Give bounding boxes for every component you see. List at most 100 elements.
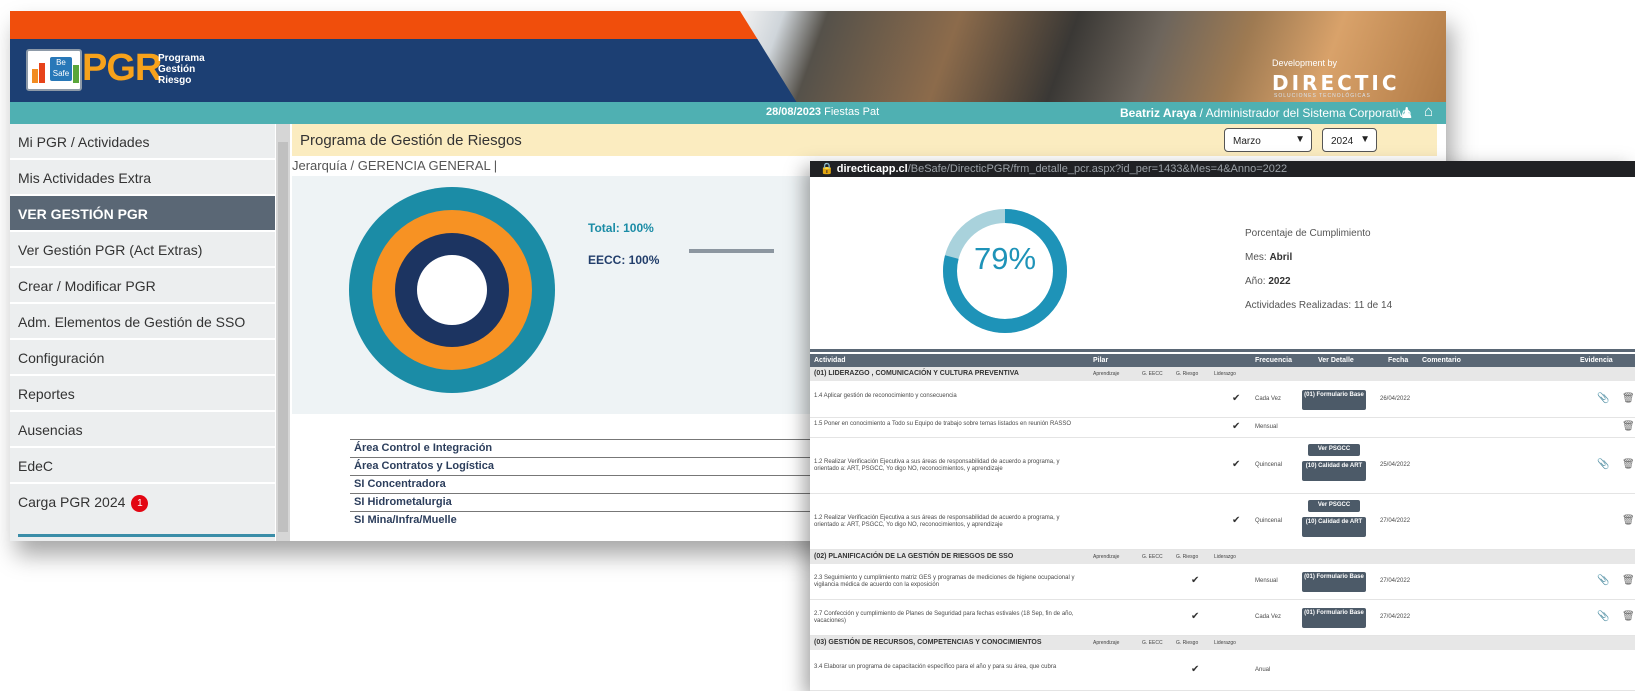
year-select[interactable]: 2024 ▼: [1322, 128, 1377, 152]
pillar-subcolumn: G. EECC: [1142, 640, 1163, 646]
month-info: Mes: Abril: [1245, 252, 1292, 263]
pillar-subcolumn: G. Riesgo: [1176, 371, 1199, 377]
sidebar-item-edec[interactable]: EdeC: [10, 448, 275, 484]
section-header: (03) GESTIÓN DE RECURSOS, COMPETENCIAS Y…: [810, 636, 1635, 650]
sidebar-item-mi-pgr[interactable]: Mi PGR / Actividades: [10, 124, 275, 160]
area-row[interactable]: Área Contratos y Logística: [350, 457, 850, 475]
detail-button[interactable]: (10) Calidad de ART: [1302, 461, 1366, 481]
mes-label: Mes:: [1245, 252, 1267, 263]
page-title: Programa de Gestión de Riesgos: [300, 132, 522, 149]
check-icon: ✔: [1191, 663, 1200, 675]
legend-total: Total: 100%: [588, 221, 654, 235]
table-row: 2.7 Confección y cumplimiento de Planes …: [810, 600, 1635, 636]
trash-icon[interactable]: 🗑: [1622, 575, 1635, 586]
activity-text: 1.5 Poner en conocimiento a Todo su Equi…: [814, 421, 1072, 427]
home-icon[interactable]: ⌂: [1424, 103, 1433, 120]
col-evidencia: Evidencia: [1580, 357, 1613, 364]
pillar-subcolumn: Liderazgo: [1214, 371, 1236, 377]
pillar-subcolumn: G. Riesgo: [1176, 640, 1199, 646]
dev-by-label: Development by: [1272, 58, 1338, 68]
frequency-text: Quincenal: [1255, 462, 1283, 468]
psgcc-button[interactable]: Ver PSGCC: [1308, 444, 1360, 456]
trash-icon[interactable]: 🗑: [1622, 515, 1635, 526]
sidebar-item-carga-pgr[interactable]: Carga PGR 2024 1: [10, 484, 275, 520]
activity-text: 2.3 Seguimiento y cumplimiento matriz GE…: [814, 575, 1075, 588]
section-title: (02) PLANIFICACIÓN DE LA GESTIÓN DE RIES…: [814, 553, 1014, 560]
url-path: /BeSafe/DirecticPGR/frm_detalle_pcr.aspx…: [907, 163, 1288, 175]
activities-count: Actividades Realizadas: 11 de 14: [1245, 300, 1393, 311]
chevron-down-icon: ▼: [1360, 134, 1370, 145]
attach-icon[interactable]: 📎: [1597, 393, 1609, 404]
trash-icon[interactable]: 🗑: [1622, 421, 1635, 432]
table-row: 1.2 Realizar Verificación Ejecutiva a su…: [810, 494, 1635, 550]
directic-logo: DIRECTIC: [1272, 71, 1400, 95]
url-bar[interactable]: 🔒 directicapp.cl/BeSafe/DirecticPGR/frm_…: [810, 161, 1635, 177]
pillar-subcolumn: Liderazgo: [1214, 554, 1236, 560]
area-row[interactable]: Área Control e Integración: [350, 439, 850, 457]
check-icon: ✔: [1232, 421, 1241, 432]
trash-icon[interactable]: 🗑: [1622, 459, 1635, 470]
col-pilar: Pilar: [1093, 357, 1109, 364]
month-select-value: Marzo: [1233, 136, 1261, 147]
activity-text: 1.2 Realizar Verificación Ejecutiva a su…: [814, 459, 1060, 472]
sidebar-item-reportes[interactable]: Reportes: [10, 376, 275, 412]
detail-button[interactable]: (01) Formulario Base: [1302, 389, 1366, 410]
frequency-text: Anual: [1255, 666, 1271, 673]
sidebar-item-label: Carga PGR 2024: [18, 494, 126, 510]
frequency-text: Mensual: [1255, 424, 1278, 430]
sidebar-item-configuracion[interactable]: Configuración: [10, 340, 275, 376]
area-row[interactable]: SI Concentradora: [350, 475, 850, 493]
check-icon: ✔: [1191, 611, 1200, 622]
frequency-text: Quincenal: [1255, 518, 1283, 524]
detail-button[interactable]: (01) Formulario Base: [1302, 572, 1366, 592]
anio-value: 2022: [1268, 276, 1291, 287]
year-select-value: 2024: [1331, 136, 1354, 147]
user-info: Beatriz Araya / Administrador del Sistem…: [1120, 106, 1411, 120]
table-row: 1.4 Aplicar gestión de reconocimiento y …: [810, 381, 1635, 418]
section-title: (01) LIDERAZGO , COMUNICACIÓN Y CULTURA …: [814, 370, 1019, 377]
user-role: / Administrador del Sistema Corporativo: [1199, 106, 1412, 120]
sidebar-menu: Mi PGR / Actividades Mis Actividades Ext…: [10, 124, 275, 541]
attach-icon[interactable]: 📎: [1597, 575, 1609, 586]
sidebar-item-actividades-extra[interactable]: Mis Actividades Extra: [10, 160, 275, 196]
date-display: 28/08/2023 Fiestas Pat: [766, 106, 879, 118]
col-fecha: Fecha: [1388, 357, 1409, 364]
trash-icon[interactable]: 🗑: [1622, 611, 1635, 622]
sidebar-scrollbar[interactable]: [276, 124, 290, 541]
table-header: Actividad Pilar Frecuencia Ver Detalle F…: [810, 354, 1635, 367]
detail-popup-window: 🔒 directicapp.cl/BeSafe/DirecticPGR/frm_…: [810, 161, 1635, 691]
check-icon: ✔: [1232, 392, 1241, 404]
besafe-logo-icon[interactable]: Be Safe: [26, 49, 82, 91]
psgcc-button[interactable]: Ver PSGCC: [1308, 500, 1360, 512]
user-icon[interactable]: ♟: [1400, 104, 1413, 122]
attach-icon[interactable]: 📎: [1597, 611, 1609, 622]
date-value: 28/08/2023: [766, 106, 822, 118]
pillar-subcolumn: G. EECC: [1142, 554, 1163, 560]
sidebar-item-ausencias[interactable]: Ausencias: [10, 412, 275, 448]
frequency-text: Cada Vez: [1255, 395, 1282, 402]
sidebar-item-adm-elementos[interactable]: Adm. Elementos de Gestión de SSO: [10, 304, 275, 340]
section-title: (03) GESTIÓN DE RECURSOS, COMPETENCIAS Y…: [814, 639, 1042, 646]
table-row: 1.5 Poner en conocimiento a Todo su Equi…: [810, 418, 1635, 438]
holiday-label: Fiestas Pat: [824, 106, 880, 118]
lock-icon: 🔒: [820, 163, 834, 175]
attach-icon[interactable]: 📎: [1597, 459, 1609, 470]
sidebar-item-ver-gestion[interactable]: VER GESTIÓN PGR: [10, 196, 275, 232]
pillar-subcolumn: Liderazgo: [1214, 640, 1236, 646]
frequency-text: Cada Vez: [1255, 614, 1282, 620]
logo-pgr-text: PGR: [82, 47, 162, 89]
month-select[interactable]: Marzo ▼: [1224, 128, 1312, 152]
sidebar-item-crear-modificar[interactable]: Crear / Modificar PGR: [10, 268, 275, 304]
detail-button[interactable]: (01) Formulario Base: [1302, 608, 1366, 628]
col-ver-detalle: Ver Detalle: [1318, 357, 1354, 364]
date-text: 27/04/2022: [1380, 578, 1411, 584]
area-row[interactable]: SI Hidrometalurgia: [350, 493, 850, 511]
sidebar-item-ver-gestion-extras[interactable]: Ver Gestión PGR (Act Extras): [10, 232, 275, 268]
url-host: directicapp.cl: [836, 163, 908, 175]
detail-button[interactable]: (10) Calidad de ART: [1302, 517, 1366, 537]
breadcrumb[interactable]: Jerarquía / GERENCIA GENERAL |: [292, 158, 497, 173]
check-icon: ✔: [1191, 575, 1200, 586]
area-row[interactable]: SI Mina/Infra/Muelle: [350, 511, 850, 529]
activity-text: 1.4 Aplicar gestión de reconocimiento y …: [814, 392, 957, 399]
trash-icon[interactable]: 🗑: [1622, 393, 1635, 404]
